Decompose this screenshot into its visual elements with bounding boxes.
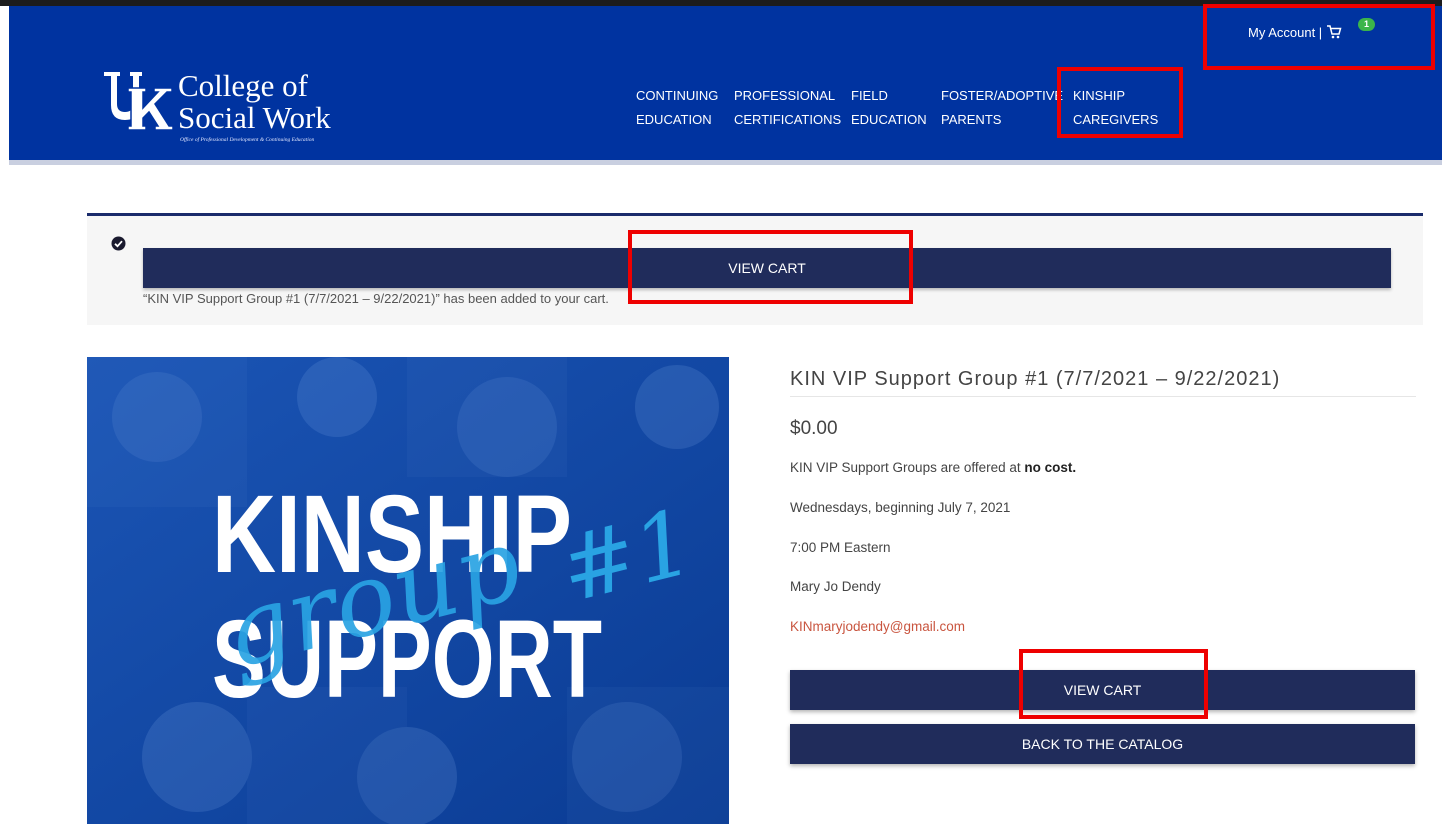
view-cart-button[interactable]: VIEW CART	[790, 670, 1415, 710]
email-link[interactable]: KINmaryjodendy@gmail.com	[790, 619, 965, 634]
schedule-line: Wednesdays, beginning July 7, 2021	[790, 500, 1011, 515]
nav-label-line1: PROFESSIONAL	[734, 88, 836, 103]
my-account-label: My Account |	[1248, 24, 1323, 40]
logo-line2: Social Work	[178, 100, 331, 135]
cost-text: KIN VIP Support Groups are offered at	[790, 460, 1021, 475]
nav-label-line2: CAREGIVERS	[1073, 112, 1159, 127]
nav-label-line1: FOSTER/ADOPTIVE	[941, 88, 1064, 103]
product-image: KINSHIP SUPPORT group #1	[87, 357, 729, 824]
nav-label-line2: EDUCATION	[636, 112, 712, 127]
nav-label-line2: CERTIFICATIONS	[734, 112, 842, 127]
page: College of Social Work Office of Profess…	[0, 0, 1442, 824]
header-divider	[9, 160, 1442, 165]
product-image-graphic: KINSHIP SUPPORT group #1	[87, 357, 729, 824]
notice-message: “KIN VIP Support Group #1 (7/7/2021 – 9/…	[143, 291, 609, 306]
my-account-link[interactable]: My Account |	[1248, 24, 1342, 40]
nav-label-line1: KINSHIP	[1073, 88, 1126, 103]
nav-continuing-education[interactable]: CONTINUING EDUCATION	[636, 84, 718, 132]
product-title: KIN VIP Support Group #1 (7/7/2021 – 9/2…	[790, 368, 1281, 390]
back-to-catalog-button[interactable]: BACK TO THE CATALOG	[790, 724, 1415, 764]
notice-view-cart-button[interactable]: VIEW CART	[143, 248, 1391, 288]
site-logo[interactable]: College of Social Work Office of Profess…	[100, 70, 370, 150]
nav-field-education[interactable]: FIELD EDUCATION	[851, 84, 927, 132]
nav-label-line2: EDUCATION	[851, 112, 927, 127]
nav-label-line1: FIELD	[851, 88, 888, 103]
cost-bold: no cost.	[1024, 460, 1077, 475]
title-divider	[790, 396, 1416, 397]
nav-foster-adoptive-parents[interactable]: FOSTER/ADOPTIVE PARENTS	[941, 84, 1063, 132]
cart-count-badge: 1	[1358, 18, 1375, 31]
product-price: $0.00	[790, 418, 838, 439]
nav-kinship-caregivers[interactable]: KINSHIP CAREGIVERS	[1073, 84, 1158, 132]
cost-line: KIN VIP Support Groups are offered at no…	[790, 460, 1076, 475]
check-circle-icon	[111, 236, 126, 251]
nav-label-line2: PARENTS	[941, 112, 1002, 127]
time-line: 7:00 PM Eastern	[790, 540, 891, 555]
facilitator-line: Mary Jo Dendy	[790, 579, 881, 594]
nav-label-line1: CONTINUING	[636, 88, 719, 103]
email-line: KINmaryjodendy@gmail.com	[790, 619, 965, 634]
cart-icon[interactable]	[1326, 24, 1342, 40]
uk-logo-icon	[104, 72, 174, 131]
logo-line1: College of	[178, 68, 308, 103]
nav-professional-certifications[interactable]: PROFESSIONAL CERTIFICATIONS	[734, 84, 841, 132]
logo-tagline: Office of Professional Development & Con…	[180, 137, 315, 143]
